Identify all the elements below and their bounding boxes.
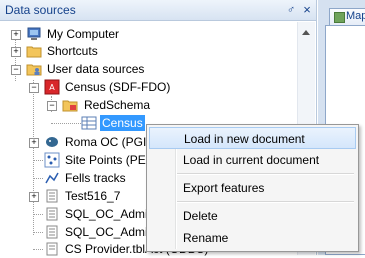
expand-icon[interactable]: + bbox=[29, 192, 39, 202]
sdf-database-icon: A bbox=[44, 79, 60, 95]
map-icon bbox=[334, 12, 345, 23]
tree-node-shortcuts[interactable]: + Shortcuts bbox=[0, 43, 290, 60]
menu-item-label: Load in new document bbox=[184, 132, 305, 146]
menu-item-export-features[interactable]: Export features bbox=[149, 177, 356, 199]
context-menu: Load in new document Load in current doc… bbox=[146, 124, 359, 252]
menu-item-load-current-document[interactable]: Load in current document bbox=[149, 149, 356, 171]
tree-label: Shortcuts bbox=[47, 44, 98, 58]
tree-label: SQL_OC_Admin bbox=[65, 207, 155, 221]
sql-table-icon bbox=[46, 225, 58, 239]
tree-label: Site Points (PEN bbox=[65, 153, 155, 167]
tab-map[interactable]: Map bbox=[329, 8, 365, 25]
postgis-elephant-icon bbox=[46, 137, 58, 147]
user-folder-icon bbox=[26, 64, 42, 76]
tab-label: Map bbox=[346, 10, 365, 22]
tree-node-redschema[interactable]: − RedSchema bbox=[0, 97, 290, 114]
folder-icon bbox=[26, 46, 42, 58]
tree-label: Test516_7 bbox=[65, 189, 121, 203]
menu-separator bbox=[177, 173, 354, 175]
line-layer-icon bbox=[45, 172, 59, 184]
tree-label: RedSchema bbox=[84, 98, 151, 112]
panel-title: Data sources bbox=[5, 3, 76, 17]
datasource-icon bbox=[46, 189, 58, 203]
menu-item-label: Delete bbox=[183, 209, 218, 223]
menu-item-label: Rename bbox=[183, 231, 229, 245]
menu-separator bbox=[177, 201, 354, 203]
menu-item-delete[interactable]: Delete bbox=[149, 205, 356, 227]
tree-label: Roma OC (PGIS bbox=[65, 135, 155, 149]
tree-label: Fells tracks bbox=[65, 171, 126, 185]
svg-text:A: A bbox=[49, 83, 55, 92]
tree-label: Census (SDF-FDO) bbox=[65, 80, 171, 94]
expand-icon[interactable]: + bbox=[11, 47, 21, 57]
pin-icon[interactable]: ♂ bbox=[284, 3, 298, 17]
collapse-icon[interactable]: − bbox=[11, 65, 21, 75]
expand-icon[interactable]: + bbox=[29, 138, 39, 148]
computer-icon bbox=[27, 27, 41, 40]
collapse-icon[interactable]: − bbox=[29, 83, 39, 93]
close-icon[interactable]: × bbox=[300, 3, 314, 17]
table-icon bbox=[81, 116, 97, 130]
tree-label: My Computer bbox=[47, 27, 120, 41]
tree-label: Census bbox=[100, 115, 145, 131]
tree-node-census-sdf[interactable]: − A Census (SDF-FDO) bbox=[0, 79, 290, 96]
menu-item-label: Export features bbox=[183, 181, 265, 195]
menu-item-rename[interactable]: Rename bbox=[149, 227, 356, 249]
tree-label: SQL_OC_Admin bbox=[65, 225, 155, 239]
point-layer-icon bbox=[44, 152, 60, 168]
tree-node-my-computer[interactable]: + My Computer bbox=[0, 26, 290, 43]
menu-item-label: Load in current document bbox=[183, 153, 320, 167]
scroll-up-icon[interactable] bbox=[302, 30, 310, 35]
tree-node-user-data-sources[interactable]: − User data sources bbox=[0, 61, 290, 78]
tree-label: User data sources bbox=[47, 62, 145, 76]
menu-item-load-new-document[interactable]: Load in new document bbox=[149, 127, 356, 149]
panel-titlebar: Data sources ♂ × bbox=[0, 0, 316, 21]
schema-folder-icon bbox=[62, 100, 78, 112]
expand-icon[interactable]: + bbox=[11, 30, 21, 40]
sql-table-icon bbox=[46, 207, 58, 221]
collapse-icon[interactable]: − bbox=[47, 101, 57, 111]
